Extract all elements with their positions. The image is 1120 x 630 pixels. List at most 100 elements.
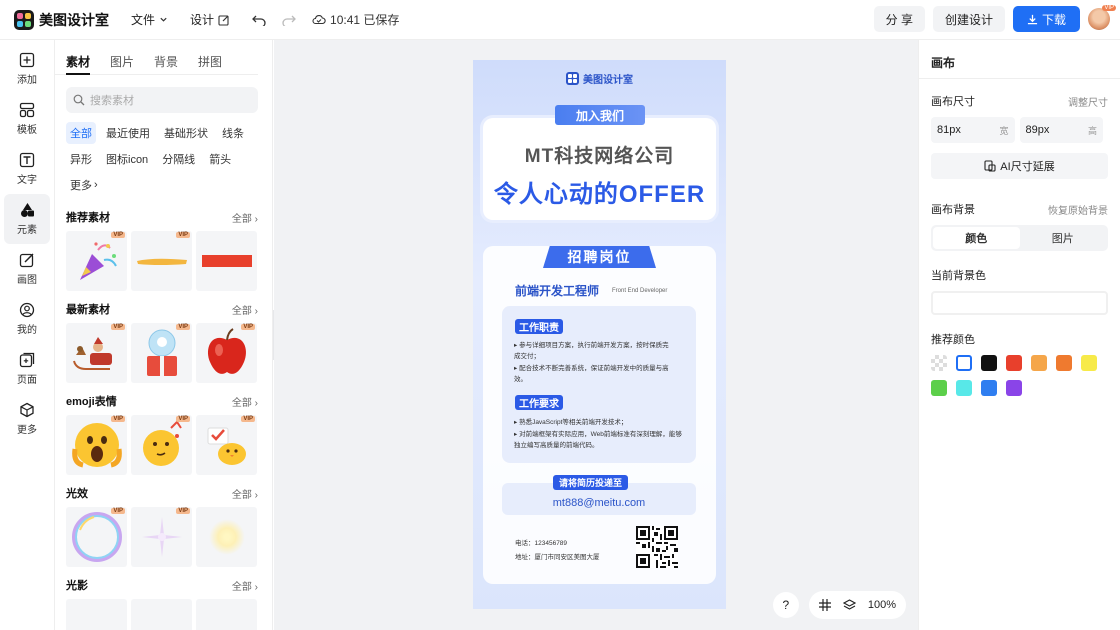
offer-headline: 令人心动的OFFER	[493, 181, 706, 208]
tab-collage[interactable]: 拼图	[198, 53, 222, 75]
layers-button[interactable]	[842, 599, 856, 611]
canvas-area: 美图设计室 加入我们 MT科技网络公司 令人心动的OFFER 招聘岗位 前端开发…	[274, 40, 918, 630]
tab-backgrounds[interactable]: 背景	[154, 53, 178, 75]
asset-thumb-sleigh[interactable]: VIP	[66, 323, 127, 383]
design-menu[interactable]: 设计	[190, 11, 230, 28]
avatar[interactable]: VIP	[1088, 5, 1116, 30]
asset-thumb-bubble[interactable]: VIP	[66, 507, 127, 567]
requirement-line: 独立编写高质量的前端代码。	[514, 442, 599, 449]
color-swatch[interactable]	[931, 380, 947, 396]
duty-line: ▸ 配合技术不断完善系统，保证前端开发中的质量与高	[514, 365, 669, 372]
section-all-link[interactable]: 全部 ›	[232, 486, 258, 501]
redo-button[interactable]	[282, 14, 296, 26]
duty-line: 效。	[514, 376, 527, 383]
filter-dividers[interactable]: 分隔线	[158, 148, 199, 170]
asset-thumb-shadow-1[interactable]	[66, 599, 127, 630]
color-swatch[interactable]	[1031, 355, 1047, 371]
filter-lines[interactable]: 线条	[218, 122, 248, 144]
sidebar-item-label: 元素	[17, 225, 37, 236]
section-all-link[interactable]: 全部 ›	[232, 578, 258, 593]
section-all-link[interactable]: 全部 ›	[232, 210, 258, 225]
tab-images[interactable]: 图片	[110, 53, 134, 75]
search-input[interactable]: 搜索素材	[66, 87, 258, 113]
asset-thumb-apple[interactable]: VIP	[196, 323, 257, 383]
color-swatch[interactable]	[956, 355, 972, 371]
download-button[interactable]: 下载	[1012, 6, 1080, 32]
canvas-toolbar: 100%	[808, 591, 906, 619]
color-swatch[interactable]	[981, 380, 997, 396]
asset-thumb-yellow-stroke[interactable]: VIP	[131, 231, 192, 291]
filter-basic-shapes[interactable]: 基础形状	[160, 122, 212, 144]
sidebar-item-template[interactable]: 模板	[0, 94, 54, 144]
asset-thumb-shadow-3[interactable]	[196, 599, 257, 630]
vip-badge: VIP	[176, 508, 190, 514]
color-swatch[interactable]	[1056, 355, 1072, 371]
filter-irregular[interactable]: 异形	[66, 148, 96, 170]
asset-thumb-emoji-think[interactable]: VIP	[131, 415, 192, 475]
current-color-field[interactable]	[931, 291, 1108, 315]
color-swatch[interactable]	[956, 380, 972, 396]
asset-thumb-party-popper[interactable]: VIP	[66, 231, 127, 291]
asset-thumb-glow[interactable]	[196, 507, 257, 567]
sidebar-item-mine[interactable]: 我的	[0, 294, 54, 344]
color-swatch[interactable]	[931, 355, 947, 371]
sidebar-item-more[interactable]: 更多	[0, 394, 54, 444]
filter-recent[interactable]: 最近使用	[102, 122, 154, 144]
download-icon	[1027, 14, 1038, 24]
color-swatch[interactable]	[1006, 355, 1022, 371]
undo-button[interactable]	[252, 14, 266, 26]
adjust-size-link[interactable]: 调整尺寸	[1068, 94, 1108, 109]
help-button[interactable]: ?	[772, 592, 799, 618]
asset-thumb-emoji-scream[interactable]: VIP	[66, 415, 127, 475]
color-swatch[interactable]	[981, 355, 997, 371]
tab-color[interactable]: 颜色	[933, 227, 1020, 249]
sidebar-item-label: 模板	[17, 125, 37, 136]
sidebar-item-elements[interactable]: 元素	[4, 194, 50, 244]
sidebar-item-page[interactable]: 页面	[0, 344, 54, 394]
app-logo[interactable]: 美图设计室	[14, 9, 109, 30]
save-status: 10:41 已保存	[312, 11, 399, 28]
asset-thumb-red-bar[interactable]	[196, 231, 257, 291]
vip-badge: VIP	[241, 324, 255, 330]
height-field[interactable]: 89px 高	[1019, 117, 1103, 143]
poster-brand-text: 美图设计室	[583, 75, 633, 86]
sidebar-item-draw[interactable]: 画图	[0, 244, 54, 294]
glow-shape	[208, 519, 245, 555]
color-swatch[interactable]	[1081, 355, 1097, 371]
filter-more-label: 更多	[70, 180, 92, 192]
grid-toggle[interactable]	[818, 599, 831, 611]
zoom-level[interactable]: 100%	[868, 599, 896, 611]
filter-all[interactable]: 全部	[66, 122, 96, 144]
sidebar-item-text[interactable]: 文字	[0, 144, 54, 194]
section-all-link[interactable]: 全部 ›	[232, 302, 258, 317]
cloud-icon	[312, 15, 326, 25]
tab-image[interactable]: 图片	[1020, 227, 1107, 249]
section-all-link[interactable]: 全部 ›	[232, 394, 258, 409]
poster[interactable]: 美图设计室 加入我们 MT科技网络公司 令人心动的OFFER 招聘岗位 前端开发…	[473, 60, 726, 609]
template-icon	[19, 102, 35, 118]
layers-icon	[842, 599, 856, 610]
file-menu[interactable]: 文件	[131, 11, 168, 28]
color-swatch[interactable]	[1006, 380, 1022, 396]
apple-icon	[207, 328, 246, 374]
asset-thumb-snow-globe-gift[interactable]: VIP	[131, 323, 192, 383]
duty-tag: 工作职责	[515, 319, 563, 334]
filter-icons[interactable]: 图标icon	[102, 148, 152, 170]
filter-more[interactable]: 更多 ›	[66, 174, 102, 196]
tab-materials[interactable]: 素材	[66, 53, 91, 75]
share-button[interactable]: 分 享	[873, 6, 925, 32]
asset-thumb-sparkle[interactable]: VIP	[131, 507, 192, 567]
apply-tag: 请将简历投递至	[553, 475, 629, 490]
width-field[interactable]: 81px 宽	[931, 117, 1015, 143]
ai-resize-label: AI尺寸延展	[1000, 161, 1055, 173]
asset-thumb-shadow-2[interactable]	[131, 599, 192, 630]
apply-email: mt888@meitu.com	[552, 497, 646, 509]
restore-background-link[interactable]: 恢复原始背景	[1048, 202, 1108, 217]
sidebar-item-add[interactable]: 添加	[0, 44, 54, 94]
create-design-button[interactable]: 创建设计	[932, 6, 1005, 32]
asset-thumb-emoji-chick[interactable]: VIP	[196, 415, 257, 475]
ai-resize-button[interactable]: AI尺寸延展	[931, 153, 1108, 179]
avatar-vip-badge: VIP	[1102, 5, 1116, 11]
filter-arrows[interactable]: 箭头	[205, 148, 235, 170]
requirement-line: ▸ 对前端框架有实际应用，Web前端标准有深刻理解，能够	[514, 431, 682, 438]
